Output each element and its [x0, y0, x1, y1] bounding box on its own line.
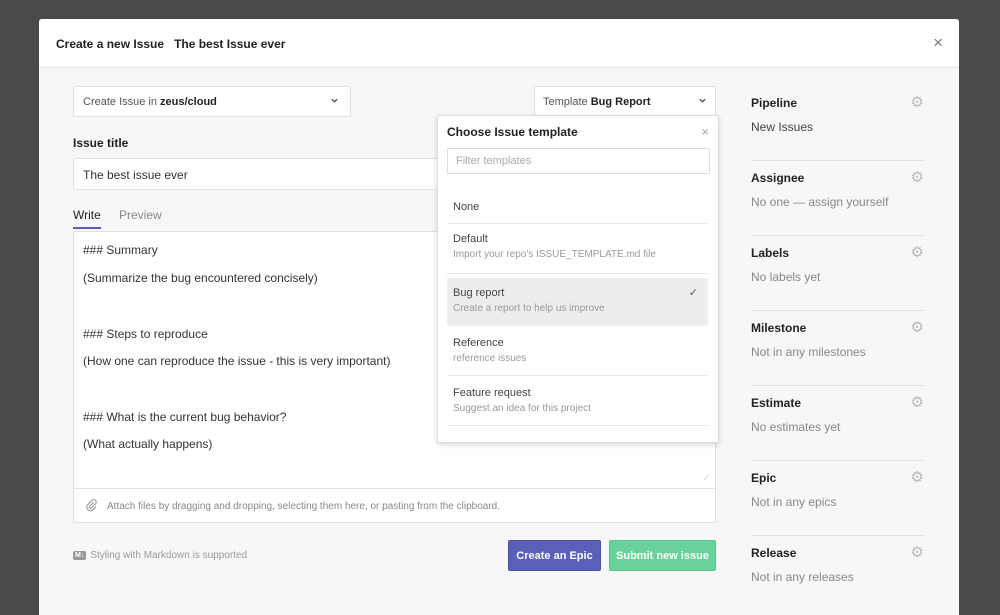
close-icon[interactable]: ×	[933, 33, 943, 53]
sidebar-section-title: Pipeline	[751, 96, 798, 110]
sidebar-section-release: Release Not in any releases ⚙	[751, 536, 924, 611]
template-select-text: Template Bug Report	[543, 96, 651, 108]
template-option-default[interactable]: Default Import your repo's ISSUE_TEMPLAT…	[447, 224, 708, 274]
submit-issue-button[interactable]: Submit new issue	[609, 540, 716, 571]
sidebar-section-value: Not in any epics	[751, 495, 837, 509]
sidebar-section-title: Estimate	[751, 396, 802, 410]
template-option-desc: reference issues	[453, 353, 527, 364]
modal-header: Create a new Issue The best Issue ever ×	[39, 19, 959, 68]
sidebar-section-title: Epic	[751, 471, 777, 485]
sidebar-section-epic: Epic Not in any epics ⚙	[751, 461, 924, 536]
template-select-label: Template	[543, 96, 588, 108]
sidebar-section-value: Not in any releases	[751, 570, 854, 584]
sidebar-section-value[interactable]: No one — assign yourself	[751, 195, 888, 209]
gear-icon[interactable]: ⚙	[911, 243, 924, 261]
template-option-desc: Import your repo's ISSUE_TEMPLATE.md fil…	[453, 249, 656, 260]
paperclip-icon	[86, 499, 97, 512]
markdown-note-text: Styling with Markdown is supported	[90, 550, 248, 561]
template-option-name: Bug report	[453, 287, 505, 299]
sidebar-section-value[interactable]: New Issues	[751, 120, 813, 134]
check-icon: ✓	[688, 287, 698, 299]
editor-line: ### Summary	[83, 243, 158, 257]
issue-title-value: The best issue ever	[83, 168, 188, 182]
create-epic-button[interactable]: Create an Epic	[508, 540, 601, 571]
sidebar-section-value: Not in any milestones	[751, 345, 866, 359]
dropdown-title: Choose Issue template	[447, 125, 578, 139]
sidebar-section-value: No estimates yet	[751, 420, 841, 434]
attach-files-bar[interactable]: Attach files by dragging and dropping, s…	[73, 488, 716, 523]
template-option-name: Reference	[453, 337, 504, 349]
gear-icon[interactable]: ⚙	[911, 93, 924, 111]
template-option-desc: Suggest an idea for this project	[453, 403, 591, 414]
resize-grip-icon[interactable]: ⟋	[703, 474, 709, 484]
sidebar-section-value: No labels yet	[751, 270, 821, 284]
chevron-down-icon	[331, 98, 338, 103]
sidebar-section-estimate: Estimate No estimates yet ⚙	[751, 386, 924, 461]
template-option-name: Feature request	[453, 387, 531, 399]
close-icon[interactable]: ×	[701, 124, 709, 139]
repo-select-text: Create Issue in zeus/cloud	[83, 96, 217, 108]
filter-templates-input[interactable]	[447, 148, 710, 174]
editor-line: (How one can reproduce the issue - this …	[83, 354, 391, 368]
modal-title: Create a new Issue The best Issue ever	[56, 37, 295, 51]
gear-icon[interactable]: ⚙	[911, 168, 924, 186]
sidebar-section-pipeline: Pipeline New Issues ⚙	[751, 86, 924, 161]
template-option-feature-request[interactable]: Feature request Suggest an idea for this…	[447, 376, 708, 426]
attach-files-text: Attach files by dragging and dropping, s…	[107, 501, 501, 512]
template-option-desc: Create a report to help us improve	[453, 303, 605, 314]
template-dropdown: Choose Issue template × None Default Imp…	[437, 115, 719, 443]
issue-title-label: Issue title	[73, 136, 129, 150]
modal-title-prefix: Create a new Issue	[56, 37, 165, 51]
editor-line: (Summarize the bug encountered concisely…	[83, 271, 318, 285]
template-option-name: Default	[453, 233, 488, 245]
sidebar-section-title: Milestone	[751, 321, 807, 335]
editor-line: ### Steps to reproduce	[83, 327, 208, 341]
template-option-bug-report[interactable]: Bug report Create a report to help us im…	[447, 278, 708, 326]
editor-line: ### What is the current bug behavior?	[83, 410, 287, 424]
sidebar-section-labels: Labels No labels yet ⚙	[751, 236, 924, 311]
template-option-reference[interactable]: Reference reference issues	[447, 327, 708, 376]
sidebar-section-title: Labels	[751, 246, 790, 260]
tab-preview[interactable]: Preview	[119, 208, 162, 222]
markdown-icon: M↓	[73, 551, 87, 560]
template-option-name: None	[453, 201, 480, 213]
chevron-down-icon	[699, 98, 706, 103]
sidebar-section-title: Assignee	[751, 171, 805, 185]
repo-select-label: Create Issue in	[83, 96, 157, 108]
gear-icon[interactable]: ⚙	[911, 393, 924, 411]
editor-line: (What actually happens)	[83, 437, 213, 451]
sidebar-section-milestone: Milestone Not in any milestones ⚙	[751, 311, 924, 386]
gear-icon[interactable]: ⚙	[911, 543, 924, 561]
template-select[interactable]: Template Bug Report	[534, 86, 716, 117]
gear-icon[interactable]: ⚙	[911, 468, 924, 486]
sidebar-section-assignee: Assignee No one — assign yourself ⚙	[751, 161, 924, 236]
repo-name: zeus/cloud	[160, 96, 217, 108]
tab-write[interactable]: Write	[73, 208, 101, 229]
modal-title-issue-name: The best Issue ever	[174, 37, 286, 51]
template-option-none[interactable]: None	[447, 191, 708, 224]
template-select-value: Bug Report	[590, 96, 651, 108]
sidebar-section-title: Release	[751, 546, 797, 560]
markdown-note: M↓ Styling with Markdown is supported	[73, 550, 247, 561]
repo-select[interactable]: Create Issue in zeus/cloud	[73, 86, 351, 117]
gear-icon[interactable]: ⚙	[911, 318, 924, 336]
